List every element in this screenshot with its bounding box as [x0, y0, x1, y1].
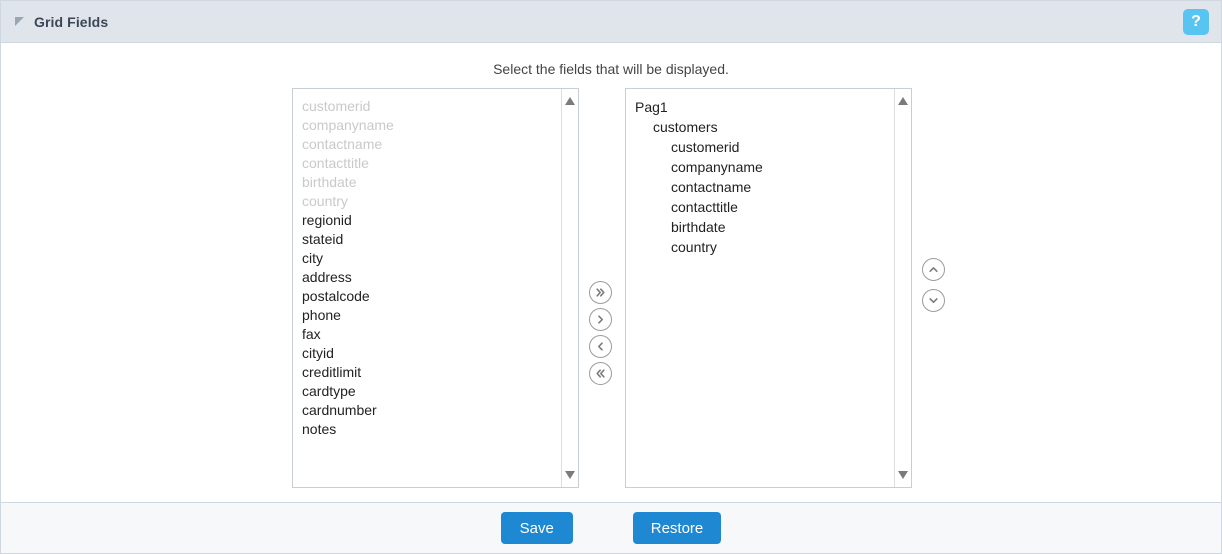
triangle-collapse-icon[interactable] — [15, 17, 24, 26]
list-item[interactable]: address — [302, 268, 561, 287]
available-list-scrollbar[interactable] — [561, 89, 578, 487]
list-item[interactable]: cityid — [302, 344, 561, 363]
save-button[interactable]: Save — [501, 512, 573, 544]
list-item: contacttitle — [302, 154, 561, 173]
grid-fields-panel: Grid Fields ? Select the fields that wil… — [0, 0, 1222, 554]
double-chevron-right-icon — [594, 286, 607, 299]
restore-button[interactable]: Restore — [633, 512, 722, 544]
page-title: Grid Fields — [34, 14, 108, 30]
panel-header: Grid Fields ? — [1, 1, 1221, 43]
list-item[interactable]: phone — [302, 306, 561, 325]
tree-item[interactable]: customers — [635, 117, 894, 137]
list-item: birthdate — [302, 173, 561, 192]
panel-footer: Save Restore — [1, 502, 1221, 553]
available-fields-list[interactable]: customeridcompanynamecontactnamecontactt… — [293, 89, 561, 487]
list-item[interactable]: cardtype — [302, 382, 561, 401]
list-item: contactname — [302, 135, 561, 154]
move-right-button[interactable] — [589, 308, 612, 331]
scroll-down-arrow-icon[interactable] — [898, 471, 908, 479]
tree-item[interactable]: Pag1 — [635, 97, 894, 117]
list-item[interactable]: cardnumber — [302, 401, 561, 420]
selected-list-scrollbar[interactable] — [894, 89, 911, 487]
selected-fields-tree[interactable]: Pag1customerscustomeridcompanynamecontac… — [626, 89, 894, 487]
tree-item[interactable]: birthdate — [635, 217, 894, 237]
scroll-up-arrow-icon[interactable] — [565, 97, 575, 105]
panel-body: Select the fields that will be displayed… — [1, 43, 1221, 502]
transfer-button-group — [589, 281, 612, 385]
double-chevron-left-icon — [594, 367, 607, 380]
chevron-right-icon — [594, 313, 607, 326]
tree-item[interactable]: companyname — [635, 157, 894, 177]
scroll-down-arrow-icon[interactable] — [565, 471, 575, 479]
list-item[interactable]: notes — [302, 420, 561, 439]
tree-item[interactable]: country — [635, 237, 894, 257]
tree-item[interactable]: customerid — [635, 137, 894, 157]
list-item[interactable]: stateid — [302, 230, 561, 249]
list-item[interactable]: fax — [302, 325, 561, 344]
list-item[interactable]: city — [302, 249, 561, 268]
list-item: customerid — [302, 97, 561, 116]
list-item: companyname — [302, 116, 561, 135]
reorder-button-group — [922, 258, 945, 312]
chevron-left-icon — [594, 340, 607, 353]
scroll-up-arrow-icon[interactable] — [898, 97, 908, 105]
list-item[interactable]: creditlimit — [302, 363, 561, 382]
chevron-up-icon — [927, 263, 940, 276]
list-item: country — [302, 192, 561, 211]
instruction-text: Select the fields that will be displayed… — [1, 61, 1221, 77]
selected-fields-listbox[interactable]: Pag1customerscustomeridcompanynamecontac… — [625, 88, 912, 488]
available-fields-listbox[interactable]: customeridcompanynamecontactnamecontactt… — [292, 88, 579, 488]
help-button[interactable]: ? — [1183, 9, 1209, 35]
chevron-down-icon — [927, 294, 940, 307]
tree-item[interactable]: contacttitle — [635, 197, 894, 217]
move-all-right-button[interactable] — [589, 281, 612, 304]
move-up-button[interactable] — [922, 258, 945, 281]
move-left-button[interactable] — [589, 335, 612, 358]
move-down-button[interactable] — [922, 289, 945, 312]
tree-item[interactable]: contactname — [635, 177, 894, 197]
list-item[interactable]: regionid — [302, 211, 561, 230]
move-all-left-button[interactable] — [589, 362, 612, 385]
list-item[interactable]: postalcode — [302, 287, 561, 306]
